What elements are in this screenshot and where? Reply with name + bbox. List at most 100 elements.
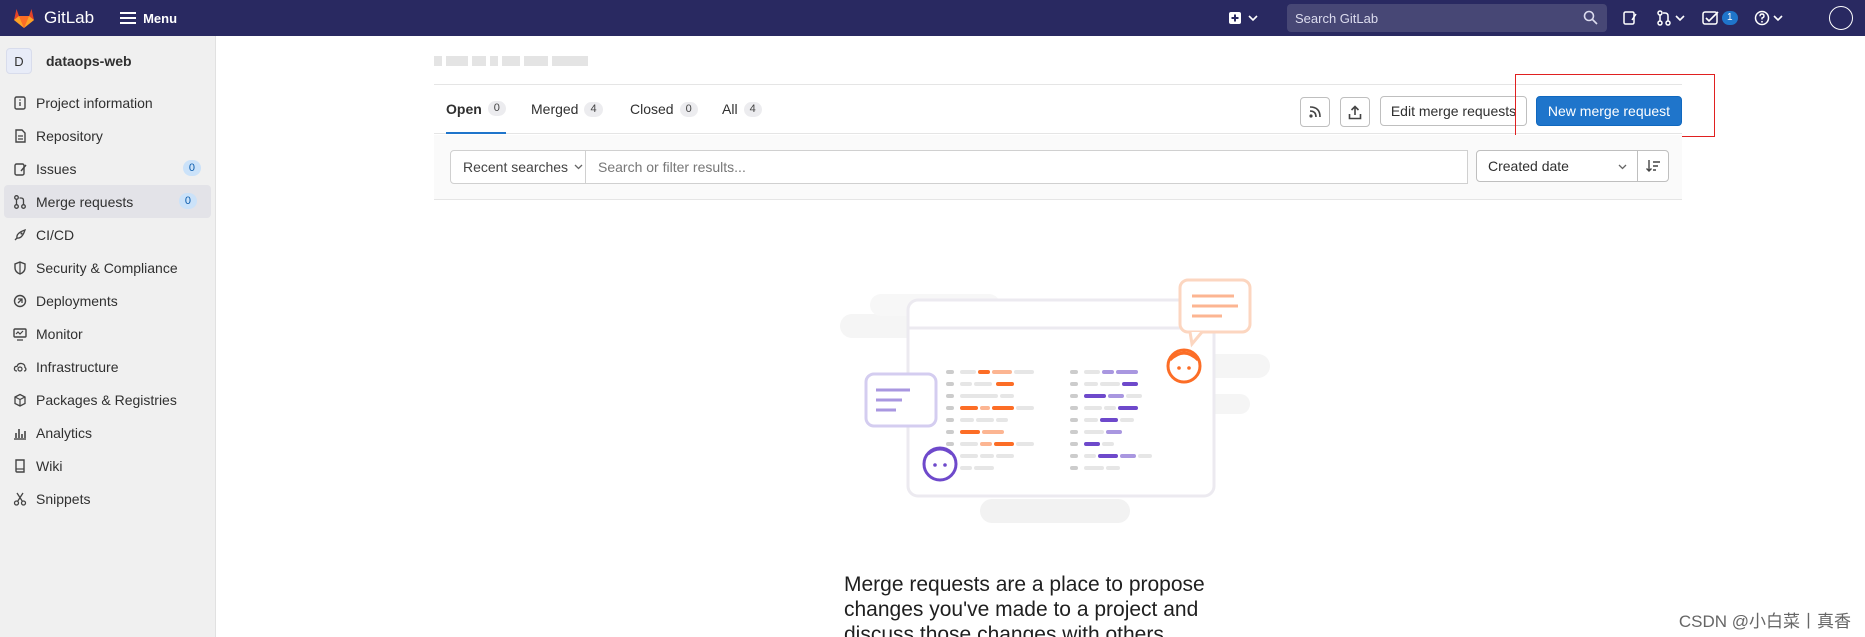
sort-direction-button[interactable] xyxy=(1637,150,1669,182)
merge-request-icon xyxy=(1657,10,1671,26)
sidebar-item-label: Analytics xyxy=(36,424,93,441)
help-nav-button[interactable] xyxy=(1754,0,1802,36)
filter-bar: Recent searches Search or filter results… xyxy=(434,135,1682,200)
sidebar-item-label: Wiki xyxy=(36,457,63,474)
sidebar-item-analytics[interactable]: Analytics xyxy=(0,416,215,449)
sidebar-item-issues[interactable]: Issues 0 xyxy=(0,152,215,185)
empty-state-title: Merge requests are a place to propose ch… xyxy=(844,573,1205,637)
create-new-dropdown[interactable] xyxy=(1228,0,1278,36)
info-icon xyxy=(12,95,28,111)
recent-searches-label: Recent searches xyxy=(463,159,569,175)
sidebar-item-label: CI/CD xyxy=(36,226,75,243)
gitlab-logo[interactable]: GitLab xyxy=(12,7,94,29)
highlight-annotation-box xyxy=(1515,74,1715,137)
deploy-icon xyxy=(12,293,28,309)
chevron-down-icon xyxy=(574,164,583,170)
hamburger-icon xyxy=(120,12,137,24)
watermark: CSDN @小白菜丨真香 xyxy=(1678,612,1851,631)
project-name: dataops-web xyxy=(46,53,132,69)
shield-icon xyxy=(12,260,28,276)
sidebar-item-deployments[interactable]: Deployments xyxy=(0,284,215,317)
plus-square-icon xyxy=(1229,12,1241,24)
doc-icon xyxy=(12,128,28,144)
brand-name: GitLab xyxy=(44,8,95,27)
project-sidebar: D dataops-web Project information Reposit… xyxy=(0,36,216,637)
sidebar-item-snippets[interactable]: Snippets xyxy=(0,482,215,515)
count-badge: 0 xyxy=(182,160,201,176)
sidebar-item-label: Security & Compliance xyxy=(36,259,178,276)
search-icon xyxy=(1583,10,1598,25)
menu-button[interactable]: Menu xyxy=(120,11,177,26)
tab-count: 4 xyxy=(743,101,762,117)
chevron-down-icon xyxy=(1618,164,1627,170)
tab-open[interactable]: Open 0 xyxy=(446,85,506,134)
sidebar-item-label: Repository xyxy=(36,127,103,144)
sidebar-item-ci-cd[interactable]: CI/CD xyxy=(0,218,215,251)
chevron-down-icon xyxy=(1248,15,1258,22)
sidebar-item-label: Infrastructure xyxy=(36,358,119,375)
menu-label: Menu xyxy=(143,10,178,26)
merge-requests-nav-button[interactable] xyxy=(1656,0,1702,36)
sidebar-item-packages-registries[interactable]: Packages & Registries xyxy=(0,383,215,416)
issues-icon xyxy=(1623,11,1637,25)
breadcrumb xyxy=(434,52,684,68)
rss-button[interactable] xyxy=(1300,97,1330,127)
export-button[interactable] xyxy=(1340,97,1370,127)
todo-icon xyxy=(1702,11,1719,25)
project-avatar: D xyxy=(6,48,32,74)
empty-state-illustration xyxy=(840,278,1270,523)
sidebar-item-wiki[interactable]: Wiki xyxy=(0,449,215,482)
new-item-button[interactable] xyxy=(1228,11,1278,25)
sidebar-item-label: Deployments xyxy=(36,292,118,309)
sidebar-item-merge-requests[interactable]: Merge requests 0 xyxy=(4,185,211,218)
sidebar-item-label: Issues xyxy=(36,160,77,177)
tab-merged[interactable]: Merged 4 xyxy=(531,85,603,133)
recent-searches-dropdown[interactable]: Recent searches xyxy=(450,150,586,184)
package-icon xyxy=(12,392,28,408)
sort-lowest-icon xyxy=(1646,160,1660,172)
sort-dropdown[interactable]: Created date xyxy=(1476,150,1638,182)
chart-icon xyxy=(12,425,28,441)
sidebar-item-monitor[interactable]: Monitor xyxy=(0,317,215,350)
top-nav-icons: 1 xyxy=(1622,0,1802,36)
global-search-input[interactable]: Search GitLab xyxy=(1287,4,1607,32)
tab-closed[interactable]: Closed 0 xyxy=(630,85,698,133)
tanuki-icon xyxy=(14,9,34,28)
top-navbar: GitLab Menu Search GitLab 1 xyxy=(0,0,1865,36)
chevron-down-icon xyxy=(1675,15,1685,22)
sidebar-item-label: Monitor xyxy=(36,325,83,342)
filter-placeholder: Search or filter results... xyxy=(598,159,746,175)
export-icon xyxy=(1348,104,1362,119)
sidebar-item-security-compliance[interactable]: Security & Compliance xyxy=(0,251,215,284)
book-icon xyxy=(12,458,28,474)
tab-all[interactable]: All 4 xyxy=(722,85,762,133)
tab-count: 4 xyxy=(584,101,603,117)
count-badge: 0 xyxy=(178,193,197,209)
rocket-icon xyxy=(12,227,28,243)
tab-label: Merged xyxy=(531,101,579,117)
sidebar-nav: Project information Repository Issues 0 Merg… xyxy=(0,86,215,515)
sidebar-item-project-information[interactable]: Project information xyxy=(0,86,215,119)
sidebar-item-infrastructure[interactable]: Infrastructure xyxy=(0,350,215,383)
monitor-icon xyxy=(12,326,28,342)
sidebar-item-label: Project information xyxy=(36,94,153,111)
sidebar-item-label: Merge requests xyxy=(36,193,134,210)
search-placeholder: Search GitLab xyxy=(1295,10,1379,26)
todos-nav-button[interactable]: 1 xyxy=(1702,0,1754,36)
chevron-down-icon xyxy=(1773,15,1783,22)
rss-icon xyxy=(1309,106,1321,118)
filter-search-input[interactable]: Search or filter results... xyxy=(586,150,1468,184)
merge-icon xyxy=(12,194,28,210)
tab-count: 0 xyxy=(487,101,506,116)
cloud-icon xyxy=(12,359,28,375)
sidebar-item-label: Packages & Registries xyxy=(36,391,177,408)
sidebar-item-repository[interactable]: Repository xyxy=(0,119,215,152)
edit-merge-requests-button[interactable]: Edit merge requests xyxy=(1380,96,1527,126)
user-avatar[interactable] xyxy=(1829,6,1853,30)
issues-icon xyxy=(12,161,28,177)
sort-label: Created date xyxy=(1488,158,1569,174)
tab-label: Open xyxy=(446,100,482,117)
tab-label: All xyxy=(722,101,738,117)
issues-nav-button[interactable] xyxy=(1622,0,1656,36)
project-header[interactable]: D dataops-web xyxy=(0,36,215,86)
